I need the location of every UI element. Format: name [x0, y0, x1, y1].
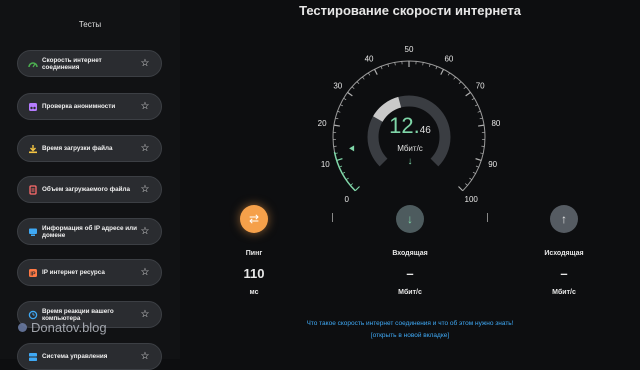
- gauge-tick-mark: [337, 159, 343, 161]
- gauge-tick-mark: [423, 62, 424, 65]
- gauge-tick-mark: [473, 172, 476, 173]
- gauge-tick-mark: [350, 184, 352, 186]
- gauge-tick-mark: [348, 92, 353, 96]
- gauge-tick-mark: [480, 118, 483, 119]
- gauge-arrow-icon: ↓: [400, 156, 420, 167]
- gauge-tick-mark: [342, 172, 345, 173]
- gauge-tick-mark: [478, 111, 481, 112]
- gauge-tick-mark: [476, 159, 482, 161]
- separator-right: [487, 213, 488, 222]
- upload-value: –: [524, 266, 604, 281]
- gauge-tick-mark: [478, 125, 484, 126]
- ping-value: 110: [214, 266, 294, 281]
- gauge-tick-label: 30: [333, 81, 342, 90]
- gauge-tick-label: 40: [365, 55, 374, 64]
- download-unit: Мбит/с: [370, 289, 450, 296]
- gauge-tick-mark: [368, 73, 370, 76]
- gauge-tick-mark: [465, 184, 467, 186]
- gauge-tick-mark: [448, 73, 450, 76]
- gauge-tick-mark: [362, 77, 364, 79]
- gauge-readout: 12.46: [360, 113, 460, 139]
- open-new-tab-link[interactable]: [открыть в новой вкладке]: [180, 332, 640, 339]
- gauge-tick-mark: [476, 166, 479, 167]
- ping-label: Пинг: [214, 250, 294, 257]
- ping-button[interactable]: ⇄: [240, 205, 268, 233]
- upload-arrow-icon: ↑: [561, 212, 567, 226]
- gauge-tick-mark: [469, 178, 471, 180]
- gauge-tick-mark: [454, 77, 456, 79]
- gauge-tick-mark: [374, 69, 377, 74]
- gauge-tick-mark: [357, 82, 359, 84]
- gauge-tick-label: 20: [318, 119, 327, 128]
- gauge-tick-mark: [388, 64, 389, 67]
- gauge-tick-label: 0: [345, 195, 350, 204]
- gauge-unit: Мбит/с: [370, 144, 450, 153]
- gauge-tick-mark: [441, 69, 444, 74]
- gauge-tick-label: 100: [465, 195, 479, 204]
- gauge-tick-label: 90: [488, 160, 497, 169]
- download-arrow-icon: ↓: [407, 212, 413, 226]
- gauge-tick-mark: [381, 66, 382, 69]
- gauge-tick-mark: [459, 82, 461, 84]
- gauge-tick-label: 50: [405, 45, 414, 54]
- speed-gauge: 0 10 20 30 40 50 60 70 80 90 100: [0, 0, 640, 359]
- gauge-tick-mark: [335, 118, 338, 119]
- gauge-tick-mark: [475, 105, 478, 106]
- gauge-tick-mark: [395, 62, 396, 65]
- download-label: Входящая: [370, 250, 450, 257]
- ping-icon: ⇄: [249, 212, 259, 226]
- gauge-tick-mark: [352, 87, 354, 89]
- upload-button[interactable]: ↑: [550, 205, 578, 233]
- gauge-tick-mark: [337, 111, 340, 112]
- upload-label: Исходящая: [524, 250, 604, 257]
- gauge-tick-mark: [355, 186, 359, 190]
- gauge-needle-marker: [349, 145, 354, 151]
- gauge-tick-mark: [334, 125, 340, 126]
- gauge-tick-mark: [464, 87, 466, 89]
- upload-unit: Мбит/с: [524, 289, 604, 296]
- gauge-tick-mark: [472, 98, 475, 100]
- download-value: –: [370, 266, 450, 281]
- separator-left: [332, 213, 333, 222]
- gauge-tick-mark: [346, 178, 348, 180]
- ping-unit: мс: [214, 289, 294, 296]
- gauge-tick-mark: [340, 105, 343, 106]
- gauge-tick-label: 10: [321, 160, 330, 169]
- gauge-value-main: 12.: [389, 113, 420, 138]
- gauge-tick-mark: [344, 98, 347, 100]
- gauge-tick-mark: [466, 92, 471, 96]
- gauge-tick-label: 80: [491, 119, 500, 128]
- gauge-progress-arc: [334, 152, 355, 191]
- gauge-value-fraction: 46: [420, 125, 431, 136]
- gauge-tick-label: 60: [444, 55, 453, 64]
- download-button[interactable]: ↓: [396, 205, 424, 233]
- gauge-tick-mark: [429, 64, 430, 67]
- gauge-tick-mark: [480, 153, 483, 154]
- gauge-tick-mark: [458, 186, 462, 190]
- info-article-link[interactable]: Что такое скорость интернет соединения и…: [180, 320, 640, 327]
- gauge-tick-label: 70: [476, 81, 485, 90]
- gauge-tick-mark: [436, 66, 437, 69]
